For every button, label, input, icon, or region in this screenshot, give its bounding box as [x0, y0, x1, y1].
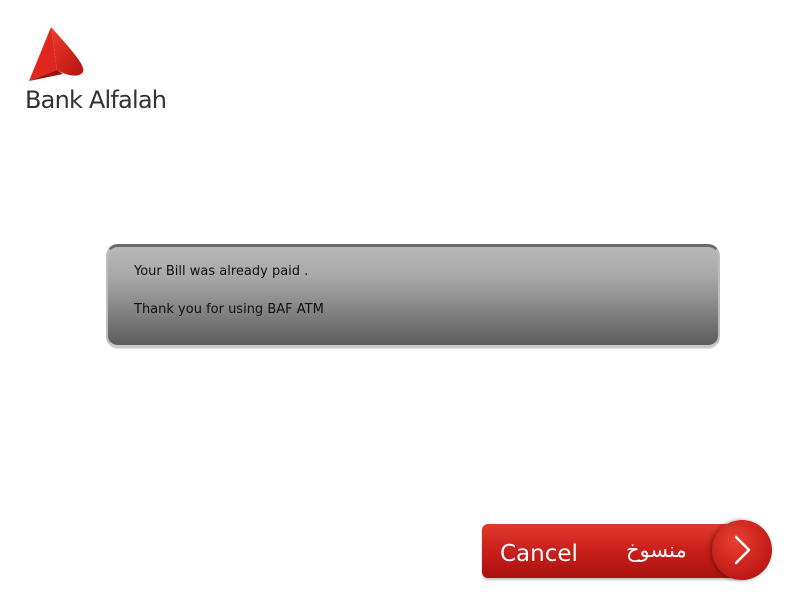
bank-logo: Bank Alfalah — [25, 26, 175, 116]
bank-alfalah-logo-icon — [29, 27, 84, 81]
cancel-label: Cancel — [500, 541, 578, 567]
message-bill-paid: Your Bill was already paid . — [134, 264, 309, 279]
cancel-label-urdu: منسوخ — [626, 538, 687, 562]
cancel-arrow-circle[interactable] — [712, 520, 772, 580]
cancel-button[interactable]: Cancel منسوخ — [482, 520, 772, 580]
message-panel: Your Bill was already paid . Thank you f… — [106, 244, 720, 348]
chevron-right-icon — [734, 535, 751, 565]
bank-name: Bank Alfalah — [25, 86, 167, 114]
cancel-button-body[interactable]: Cancel منسوخ — [482, 524, 747, 578]
message-thank-you: Thank you for using BAF ATM — [134, 302, 324, 317]
